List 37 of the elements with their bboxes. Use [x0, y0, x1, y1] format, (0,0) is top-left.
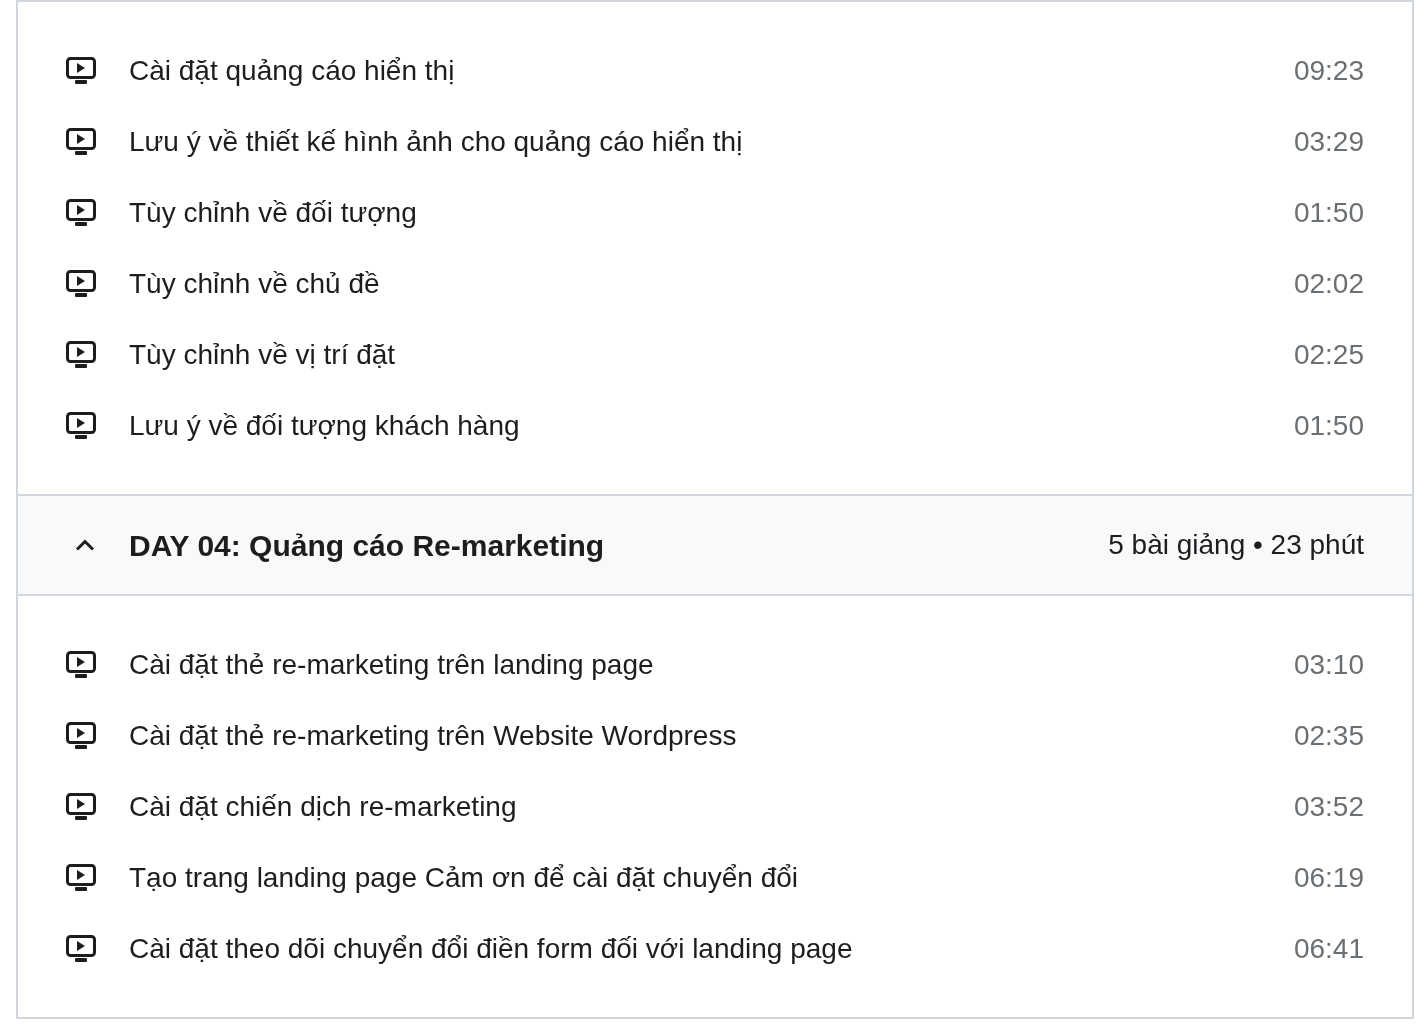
video-play-icon [66, 793, 96, 820]
lecture-title: Cài đặt thẻ re-marketing trên Website Wordpress [129, 718, 738, 753]
video-play-icon [66, 412, 96, 439]
lecture-duration: 03:10 [1293, 647, 1364, 682]
section-summary: 5 bài giảng • 23 phút [1108, 528, 1364, 562]
video-play-icon [66, 199, 96, 226]
lecture-title: Lưu ý về đối tượng khách hàng [129, 408, 521, 443]
lecture-duration: 06:41 [1293, 931, 1364, 966]
video-play-icon [66, 270, 96, 297]
lecture-title: Cài đặt quảng cáo hiển thị [129, 53, 456, 88]
section-title: DAY 04: Quảng cáo Re-marketing [129, 527, 606, 564]
lecture-duration: 09:23 [1293, 53, 1364, 88]
lecture-duration: 02:35 [1293, 718, 1364, 753]
lecture-duration: 03:29 [1293, 124, 1364, 159]
lecture-title: Lưu ý về thiết kế hình ảnh cho quảng cáo hiển thị [129, 124, 744, 159]
lecture-title: Cài đặt thẻ re-marketing trên landing page [129, 647, 655, 682]
chevron-up-icon[interactable] [75, 539, 95, 551]
lecture-duration: 06:19 [1293, 860, 1364, 895]
video-play-icon [66, 128, 96, 155]
lecture-duration: 02:25 [1293, 337, 1364, 372]
lecture-title: Tùy chỉnh về vị trí đặt [129, 337, 397, 372]
lecture-title: Cài đặt chiến dịch re-marketing [129, 789, 518, 824]
lecture-title: Cài đặt theo dõi chuyển đổi điền form đối với landing page [129, 931, 854, 966]
video-play-icon [66, 57, 96, 84]
lecture-duration: 03:52 [1293, 789, 1364, 824]
video-play-icon [66, 864, 96, 891]
lecture-title: Tùy chỉnh về đối tượng [129, 195, 418, 230]
video-play-icon [66, 341, 96, 368]
lecture-duration: 02:02 [1293, 266, 1364, 301]
lecture-duration: 01:50 [1293, 408, 1364, 443]
section-header[interactable]: DAY 04: Quảng cáo Re-marketing 5 bài giảng • 23 phút [18, 494, 1412, 596]
video-play-icon [66, 651, 96, 678]
lecture-title: Tùy chỉnh về chủ đề [129, 266, 381, 301]
lecture-title: Tạo trang landing page Cảm ơn để cài đặt chuyển đổi [129, 860, 800, 895]
lecture-duration: 01:50 [1293, 195, 1364, 230]
video-play-icon [66, 722, 96, 749]
video-play-icon [66, 935, 96, 962]
